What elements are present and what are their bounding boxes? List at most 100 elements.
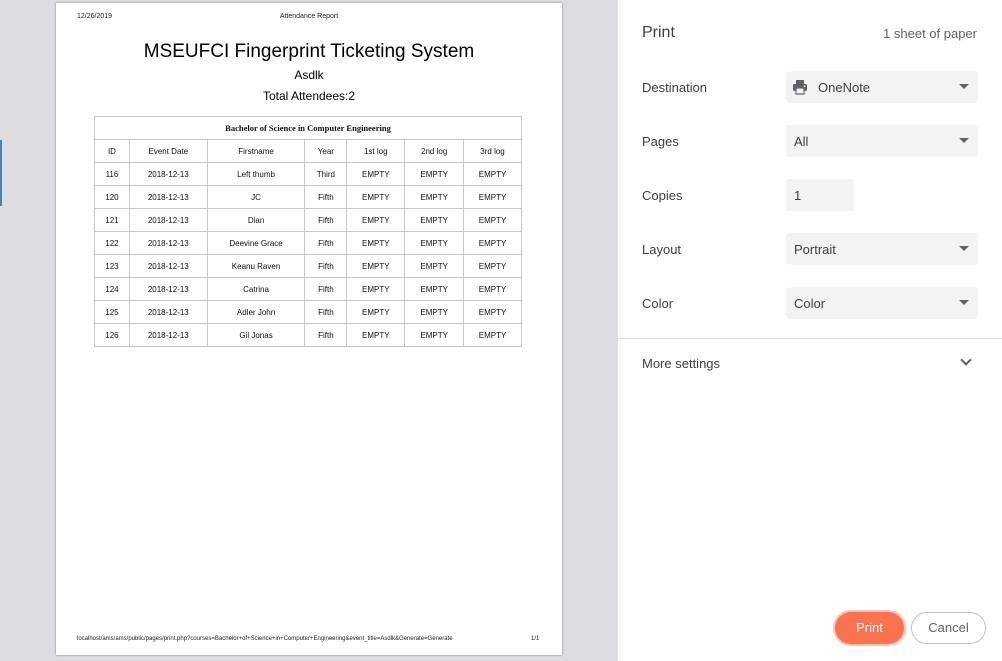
table-row: 116 2018-12-13 Left thumb Third EMPTY EMPTY EM… [94, 162, 522, 186]
col-2nd-log-cell: EMPTY [404, 162, 465, 186]
pages-select[interactable]: All [786, 125, 978, 157]
col-id-cell: 124 [94, 277, 130, 301]
col-3rd-log-cell: EMPTY [463, 162, 522, 186]
col-id-cell: 122 [94, 231, 130, 255]
table-row: 126 2018-12-13 Gil Jonas Fifth EMPTY EMPTY EMP… [94, 323, 522, 347]
col-3rd-log-cell: EMPTY [463, 185, 522, 209]
chevron-down-icon [959, 246, 969, 251]
destination-label: Destination [642, 80, 708, 95]
col-id-cell: 116 [94, 162, 130, 186]
col-event-date-cell: 2018-12-13 [128, 323, 208, 347]
col-event-date-header: Event Date [128, 139, 208, 163]
chevron-down-icon[interactable] [960, 354, 972, 366]
col-event-date-cell: 2018-12-13 [128, 185, 208, 209]
print-settings-panel: Print 1 sheet of paper Destination OneNo… [617, 0, 1002, 661]
col-1st-log-header: 1st log [346, 139, 406, 163]
pages-label: Pages [642, 134, 679, 149]
col-1st-log-cell: EMPTY [346, 208, 406, 232]
preview-page: 12/26/2019 Attendance Report MSEUFCI Fin… [56, 3, 562, 655]
col-year-cell: Fifth [304, 254, 348, 278]
table-row: 121 2018-12-13 Dian Fifth EMPTY EMPTY EMPTY [94, 208, 522, 232]
cancel-button[interactable]: Cancel [911, 612, 986, 644]
table-header-row: ID Event Date Firstname Year 1st log 2nd log 3… [94, 139, 522, 163]
destination-value: OneNote [818, 80, 871, 95]
col-1st-log-cell: EMPTY [346, 162, 406, 186]
col-event-date-cell: 2018-12-13 [128, 231, 208, 255]
color-value: Color [794, 296, 826, 311]
col-3rd-log-cell: EMPTY [463, 231, 522, 255]
col-firstname-cell: Left thumb [206, 162, 306, 186]
col-id-cell: 126 [94, 323, 130, 347]
table-row: 120 2018-12-13 JC Fifth EMPTY EMPTY EMPTY [94, 185, 522, 209]
pages-value: All [794, 134, 809, 149]
col-firstname-cell: Gil Jonas [206, 323, 306, 347]
chevron-down-icon [959, 300, 969, 305]
table-caption: Bachelor of Science in Computer Engineer… [94, 116, 522, 140]
col-year-cell: Fifth [304, 323, 348, 347]
col-1st-log-cell: EMPTY [346, 323, 406, 347]
col-id-cell: 120 [94, 185, 130, 209]
page-edge-marker [0, 140, 2, 206]
col-id-cell: 121 [94, 208, 130, 232]
col-3rd-log-cell: EMPTY [463, 323, 522, 347]
col-firstname-cell: Dian [206, 208, 306, 232]
col-id-cell: 125 [94, 300, 130, 324]
destination-select[interactable]: OneNote [786, 71, 978, 103]
col-2nd-log-cell: EMPTY [404, 323, 465, 347]
col-3rd-log-cell: EMPTY [463, 254, 522, 278]
col-year-cell: Fifth [304, 300, 348, 324]
col-firstname-cell: JC [206, 185, 306, 209]
col-1st-log-cell: EMPTY [346, 231, 406, 255]
col-id-cell: 123 [94, 254, 130, 278]
col-firstname-cell: Adler John [206, 300, 306, 324]
col-2nd-log-cell: EMPTY [404, 208, 465, 232]
sheet-count: 1 sheet of paper [883, 26, 977, 41]
color-label: Color [642, 296, 674, 311]
table-row: 122 2018-12-13 Deevine Grace Fifth EMPTY EMPT… [94, 231, 522, 255]
col-3rd-log-cell: EMPTY [463, 208, 522, 232]
table-row: 123 2018-12-13 Keanu Raven Fifth EMPTY EMPTY E… [94, 254, 522, 278]
col-event-date-cell: 2018-12-13 [128, 254, 208, 278]
document-title: MSEUFCI Fingerprint Ticketing System [143, 41, 475, 62]
table-body: 116 2018-12-13 Left thumb Third EMPTY EMPTY EM… [94, 162, 522, 347]
more-settings-toggle[interactable]: More settings [642, 356, 720, 371]
header-title: Attendance Report [279, 13, 339, 20]
col-3rd-log-cell: EMPTY [463, 277, 522, 301]
col-year-cell: Fifth [304, 277, 348, 301]
col-2nd-log-cell: EMPTY [404, 277, 465, 301]
divider [618, 338, 1002, 339]
table-row: 125 2018-12-13 Adler John Fifth EMPTY EMPTY EM… [94, 300, 522, 324]
color-select[interactable]: Color [786, 287, 978, 319]
col-firstname-cell: Deevine Grace [206, 231, 306, 255]
copies-value: 1 [794, 188, 802, 203]
col-year-cell: Fifth [304, 231, 348, 255]
copies-input[interactable]: 1 [786, 179, 854, 211]
col-2nd-log-cell: EMPTY [404, 185, 465, 209]
col-1st-log-cell: EMPTY [346, 300, 406, 324]
layout-select[interactable]: Portrait [786, 233, 978, 265]
col-event-date-cell: 2018-12-13 [128, 162, 208, 186]
col-event-date-cell: 2018-12-13 [128, 208, 208, 232]
col-2nd-log-cell: EMPTY [404, 231, 465, 255]
col-year-cell: Fifth [304, 185, 348, 209]
print-preview-area: 12/26/2019 Attendance Report MSEUFCI Fin… [0, 0, 617, 661]
col-year-header: Year [304, 139, 348, 163]
print-button[interactable]: Print [835, 612, 904, 644]
col-3rd-log-cell: EMPTY [463, 300, 522, 324]
col-1st-log-cell: EMPTY [346, 185, 406, 209]
attendance-table: Bachelor of Science in Computer Engineer… [94, 116, 522, 347]
col-2nd-log-cell: EMPTY [404, 300, 465, 324]
col-event-date-cell: 2018-12-13 [128, 300, 208, 324]
panel-title: Print [642, 24, 675, 41]
col-year-cell: Third [304, 162, 348, 186]
table-row: 124 2018-12-13 Catrina Fifth EMPTY EMPTY EMPTY [94, 277, 522, 301]
layout-label: Layout [642, 242, 682, 257]
col-year-cell: Fifth [304, 208, 348, 232]
printer-icon [793, 80, 807, 95]
event-title: Asdlk [294, 68, 324, 82]
col-2nd-log-cell: EMPTY [404, 254, 465, 278]
col-3rd-log-header: 3rd log [463, 139, 522, 163]
col-event-date-cell: 2018-12-13 [128, 277, 208, 301]
col-firstname-header: Firstname [206, 139, 306, 163]
total-attendees: Total Attendees:2 [262, 89, 356, 103]
